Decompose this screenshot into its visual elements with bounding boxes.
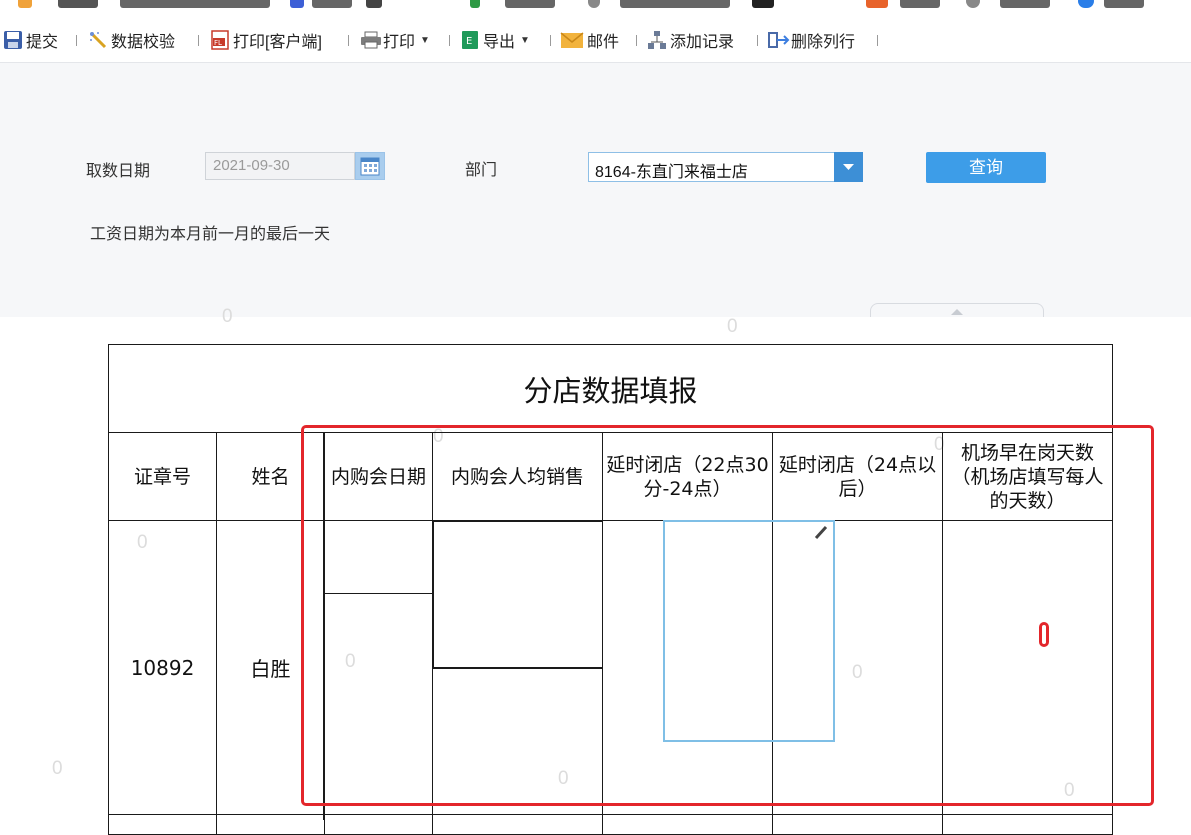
date-input[interactable]: 2021-09-30 bbox=[205, 152, 355, 180]
cell-badge-no: 10892 bbox=[108, 520, 217, 815]
dept-label: 部门 bbox=[465, 162, 498, 179]
add-record-button[interactable]: 添加记录 bbox=[647, 29, 734, 51]
toolbar-separator bbox=[757, 35, 758, 46]
toolbar-separator bbox=[877, 35, 878, 46]
salary-date-note: 工资日期为本月前一月的最后一天 bbox=[90, 226, 331, 243]
toolbar-separator bbox=[76, 35, 77, 46]
toolbar-separator bbox=[449, 35, 450, 46]
report-title: 分店数据填报 bbox=[108, 344, 1113, 433]
svg-text:FL: FL bbox=[214, 39, 222, 47]
add-record-icon bbox=[647, 30, 667, 50]
bookmark-item[interactable] bbox=[120, 0, 270, 8]
cell-next-row[interactable] bbox=[324, 814, 433, 835]
calendar-button[interactable] bbox=[355, 152, 385, 180]
cell-next-row[interactable] bbox=[108, 814, 217, 835]
date-label: 取数日期 bbox=[86, 163, 151, 180]
bookmark-icon[interactable] bbox=[1078, 0, 1094, 8]
export-excel-icon: E bbox=[460, 30, 480, 50]
toolbar-separator bbox=[550, 35, 551, 46]
dept-select[interactable]: 8164-东直门来福士店 bbox=[588, 152, 834, 182]
bookmark-item[interactable] bbox=[312, 0, 352, 8]
validate-button[interactable]: 数据校验 bbox=[88, 29, 175, 51]
chevron-down-icon bbox=[843, 164, 854, 170]
email-button[interactable]: 邮件 bbox=[560, 29, 619, 51]
query-button[interactable]: 查询 bbox=[926, 152, 1046, 183]
export-button[interactable]: E 导出 ▼ bbox=[460, 29, 530, 51]
cell-next-row[interactable] bbox=[772, 814, 943, 835]
bookmark-item[interactable] bbox=[900, 0, 940, 8]
calendar-icon bbox=[360, 157, 380, 176]
bookmark-icon[interactable] bbox=[290, 0, 304, 8]
watermark: 0 bbox=[727, 316, 738, 337]
bookmark-item[interactable] bbox=[58, 0, 98, 8]
dept-dropdown-button[interactable] bbox=[834, 152, 863, 182]
bookmark-bar bbox=[0, 0, 1191, 18]
cell-next-row[interactable] bbox=[942, 814, 1113, 835]
bookmark-item[interactable] bbox=[1104, 0, 1144, 8]
export-label: 导出 bbox=[483, 34, 516, 51]
bookmark-icon[interactable] bbox=[588, 0, 600, 8]
print-client-icon: FL bbox=[210, 30, 230, 50]
toolbar-separator bbox=[348, 35, 349, 46]
wand-icon bbox=[88, 30, 108, 50]
report-toolbar: 提交 数据校验 FL 打印[客户端] 打印 ▼ E 导出 ▼ 邮件 添加记录 删… bbox=[0, 18, 1191, 63]
bookmark-icon[interactable] bbox=[966, 0, 980, 8]
chevron-down-icon: ▼ bbox=[520, 34, 530, 46]
cell-next-row[interactable] bbox=[432, 814, 603, 835]
toolbar-separator bbox=[198, 35, 199, 46]
printer-icon bbox=[360, 30, 381, 50]
svg-text:E: E bbox=[466, 36, 472, 47]
submit-button[interactable]: 提交 bbox=[3, 29, 58, 51]
print-label: 打印 bbox=[383, 34, 416, 51]
bookmark-icon[interactable] bbox=[366, 0, 382, 8]
delete-row-label: 删除列行 bbox=[791, 34, 856, 51]
bookmark-icon[interactable] bbox=[18, 0, 32, 8]
watermark: 0 bbox=[222, 306, 233, 327]
print-button[interactable]: 打印 ▼ bbox=[360, 29, 430, 51]
toolbar-separator bbox=[636, 35, 637, 46]
bookmark-icon[interactable] bbox=[752, 0, 774, 8]
watermark: 0 bbox=[52, 758, 63, 779]
cursor-annotation bbox=[1039, 622, 1049, 647]
validate-label: 数据校验 bbox=[111, 34, 176, 51]
chevron-down-icon: ▼ bbox=[420, 34, 430, 46]
bookmark-icon[interactable] bbox=[866, 0, 888, 8]
header-badge-no: 证章号 bbox=[108, 432, 217, 521]
mail-icon bbox=[560, 30, 584, 50]
delete-row-button[interactable]: 删除列行 bbox=[768, 29, 855, 51]
cell-next-row[interactable] bbox=[216, 814, 325, 835]
highlight-annotation bbox=[301, 425, 1154, 806]
bookmark-icon[interactable] bbox=[470, 0, 480, 8]
bookmark-item[interactable] bbox=[505, 0, 555, 8]
cell-next-row[interactable] bbox=[602, 814, 773, 835]
add-record-label: 添加记录 bbox=[670, 34, 735, 51]
parameter-panel: 取数日期 2021-09-30 部门 8164-东直门来福士店 查询 工资日期为… bbox=[0, 63, 1191, 320]
bookmark-item[interactable] bbox=[1000, 0, 1050, 8]
bookmark-item[interactable] bbox=[620, 0, 730, 8]
save-icon bbox=[3, 30, 23, 50]
print-client-label: 打印[客户端] bbox=[233, 34, 322, 51]
submit-label: 提交 bbox=[26, 34, 59, 51]
print-client-button[interactable]: FL 打印[客户端] bbox=[210, 29, 322, 51]
delete-row-icon bbox=[768, 30, 790, 50]
email-label: 邮件 bbox=[587, 34, 620, 51]
